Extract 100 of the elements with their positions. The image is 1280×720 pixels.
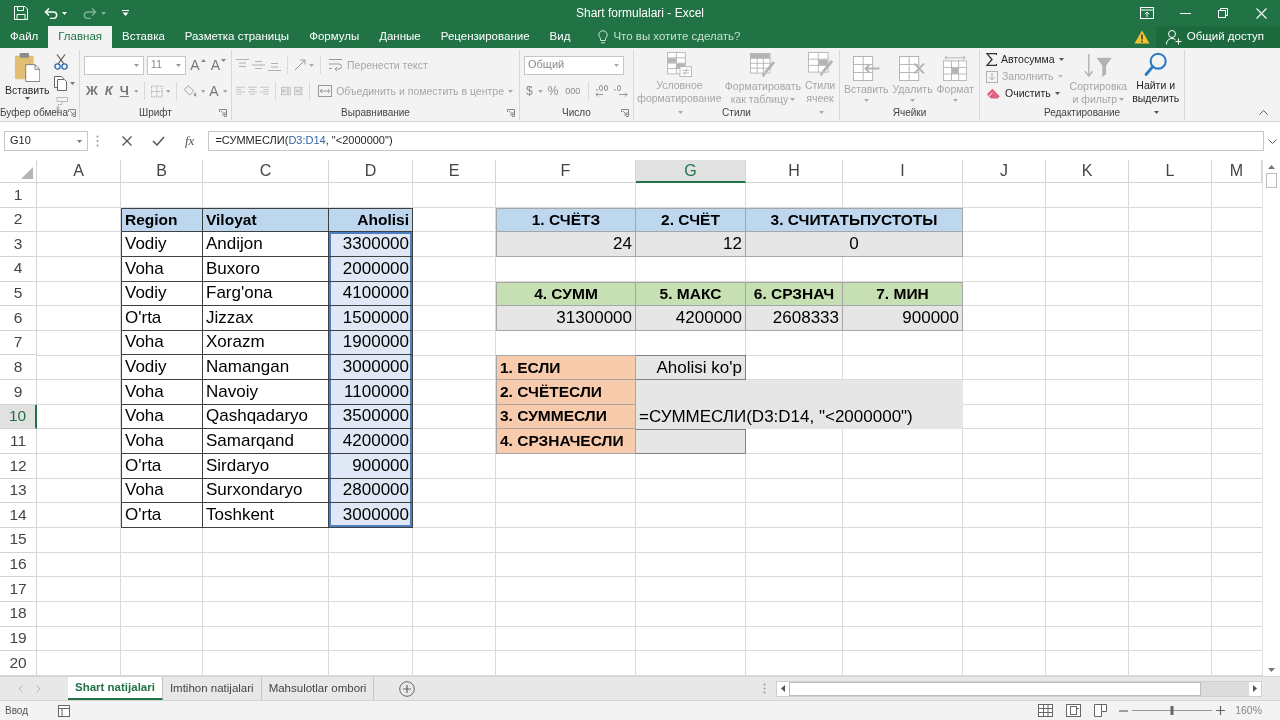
scroll-left-icon[interactable] [781, 685, 785, 692]
column-header[interactable]: M [1212, 160, 1262, 183]
table-cell: 3. СЧИТАТЬПУСТОТЫ [746, 207, 963, 233]
column-header[interactable]: D [329, 160, 413, 183]
paste-button[interactable]: Вставить [4, 50, 51, 106]
page-break-icon[interactable] [1094, 704, 1108, 717]
indent-increase-icon[interactable] [293, 85, 304, 97]
italic-button[interactable]: К [102, 83, 115, 99]
sort-filter-icon [1083, 52, 1113, 78]
column-header[interactable]: G [636, 160, 746, 183]
add-sheet-icon[interactable] [399, 680, 416, 697]
undo-icon[interactable] [44, 7, 58, 19]
find-select-button[interactable]: Найти и выделить [1131, 50, 1181, 106]
bold-button[interactable]: Ж [84, 83, 100, 99]
dialog-launcher-icon[interactable] [67, 109, 76, 117]
decrease-font-size-button[interactable]: A [209, 56, 227, 74]
macro-record-icon[interactable] [58, 704, 71, 717]
warning-icon[interactable] [1133, 30, 1150, 44]
ribbon-tab[interactable]: Рецензирование [430, 26, 540, 48]
column-header[interactable]: L [1129, 160, 1212, 183]
ribbon-tab[interactable]: Главная [48, 26, 113, 48]
diagonal-arrow-icon[interactable] [294, 59, 306, 71]
chevron-down-icon[interactable] [1267, 138, 1277, 144]
zoom-out-icon[interactable] [1119, 709, 1129, 712]
table-cell: Aholisi [329, 207, 413, 233]
dialog-launcher-icon[interactable] [219, 109, 227, 117]
table-cell: Navoiy [203, 380, 329, 405]
scrollbar-thumb[interactable] [789, 681, 1201, 696]
increase-font-size-button[interactable]: A [189, 56, 207, 74]
select-all-icon[interactable] [21, 167, 33, 179]
ribbon-tab[interactable]: Вставка [112, 26, 175, 48]
caret-icon [1058, 58, 1064, 61]
align-middle-icon[interactable] [252, 59, 265, 71]
chevron-right-icon[interactable] [36, 684, 41, 693]
restore-icon[interactable] [1218, 8, 1228, 18]
customize-menu-icon[interactable] [122, 10, 129, 16]
check-icon[interactable] [152, 136, 165, 146]
row-header[interactable]: 10 [0, 404, 37, 430]
decimal-increase-icon[interactable] [595, 85, 611, 97]
vertical-scrollbar[interactable] [1262, 160, 1280, 676]
page-layout-icon[interactable] [1066, 704, 1082, 717]
column-header[interactable]: C [203, 160, 329, 183]
share-button[interactable]: Общий доступ [1155, 26, 1280, 48]
normal-view-icon[interactable] [1038, 704, 1054, 717]
table-cell: 6. СРЗНАЧ [746, 281, 843, 307]
autosum-button[interactable]: Автосумма [984, 51, 1066, 68]
insert-function-button[interactable]: fx [185, 133, 195, 149]
column-header[interactable]: H [746, 160, 843, 183]
column-header[interactable]: E [413, 160, 496, 183]
font-name-field[interactable] [84, 55, 144, 75]
name-box[interactable]: G10 [4, 131, 88, 151]
decimal-decrease-icon[interactable] [613, 85, 629, 97]
scissors-icon[interactable] [53, 54, 68, 70]
font-color-button[interactable]: A [208, 82, 220, 100]
column-header[interactable]: A [37, 160, 121, 183]
dialog-launcher-icon[interactable] [507, 109, 515, 117]
grip-icon [96, 135, 99, 147]
table-cell: Voha [121, 429, 203, 455]
row-header[interactable]: 8 [0, 355, 37, 381]
scrollbar-thumb[interactable] [1266, 173, 1277, 188]
chevron-up-icon[interactable] [1259, 110, 1268, 115]
column-header[interactable]: J [963, 160, 1046, 183]
table-cell: Surxondaryo [203, 478, 329, 504]
cancel-icon[interactable] [122, 136, 132, 146]
font-size-field[interactable]: 11 [146, 55, 187, 75]
clear-button[interactable]: Очистить [984, 85, 1066, 102]
zoom-in-icon[interactable] [1216, 706, 1226, 715]
borders-icon[interactable] [151, 84, 163, 98]
paint-bucket-icon[interactable] [183, 84, 198, 98]
sheet-tab[interactable]: Shart natijalari [68, 677, 163, 700]
underline-button[interactable]: Ч [117, 83, 131, 99]
zoom-slider-thumb[interactable] [1170, 706, 1174, 715]
scroll-up-icon[interactable] [1268, 165, 1275, 169]
ribbon-tab[interactable]: Разметка страницы [174, 26, 300, 48]
column-header[interactable]: K [1046, 160, 1129, 183]
number-format-field[interactable]: Общий [524, 55, 624, 75]
horizontal-scrollbar[interactable] [776, 680, 1262, 697]
tell-me-field[interactable]: Что вы хотите сделать? [613, 30, 754, 44]
ribbon-tab[interactable]: Вид [539, 26, 581, 48]
column-header[interactable]: F [496, 160, 636, 183]
chevron-left-icon[interactable] [18, 684, 23, 693]
minimize-icon[interactable] [1179, 12, 1191, 14]
ribbon-display-options-icon[interactable] [1140, 7, 1154, 19]
dialog-launcher-icon[interactable] [621, 109, 629, 117]
scroll-right-icon[interactable] [1253, 685, 1257, 692]
table-cell: 3500000 [329, 404, 413, 430]
caret-icon [222, 89, 227, 93]
format-cells-icon [943, 56, 968, 81]
save-icon[interactable] [14, 6, 28, 20]
formula-field[interactable]: =СУММЕСЛИ(D3:D14, "<2000000") [208, 131, 1264, 151]
column-header[interactable]: B [121, 160, 203, 183]
table-cell: 900000 [843, 306, 963, 331]
copy-icon[interactable] [53, 76, 67, 91]
ribbon-tab[interactable]: Файл [0, 26, 49, 48]
ribbon-tab[interactable]: Данные [369, 26, 431, 48]
close-icon[interactable] [1255, 7, 1267, 19]
scroll-down-icon[interactable] [1268, 668, 1275, 672]
ribbon-tab[interactable]: Формулы [299, 26, 370, 48]
column-header[interactable]: I [843, 160, 963, 183]
indent-decrease-icon[interactable] [281, 85, 291, 97]
